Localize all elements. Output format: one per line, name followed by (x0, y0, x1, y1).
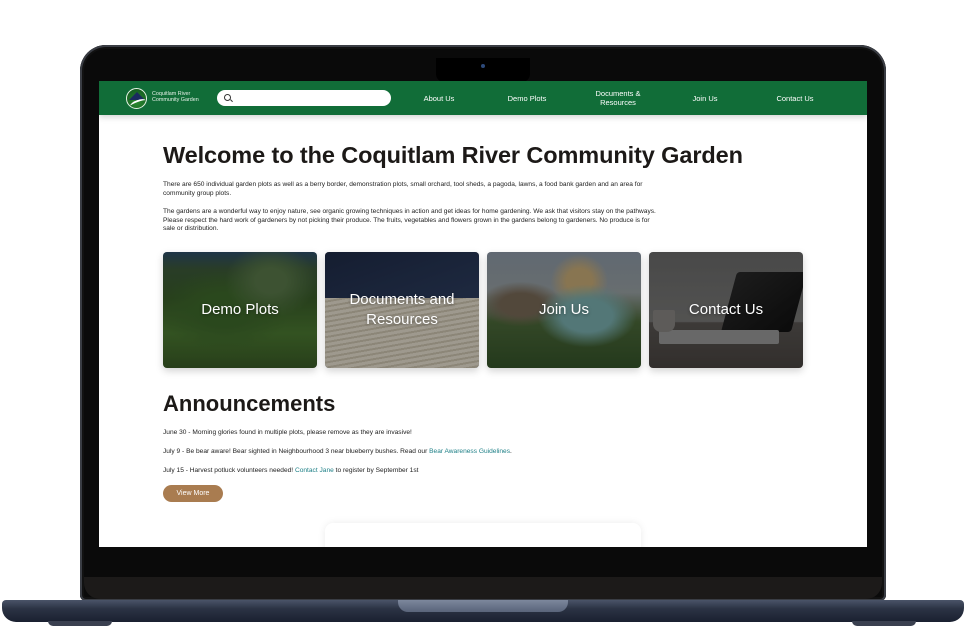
announcement-item: July 9 - Be bear aware! Bear sighted in … (163, 448, 512, 455)
visitor-paragraph: The gardens are a wonderful way to enjoy… (163, 208, 656, 233)
card-join-us[interactable]: Join Us (487, 252, 641, 368)
announcement-text-end: . (510, 448, 512, 455)
card-demo-plots[interactable]: Demo Plots (163, 252, 317, 368)
intro-paragraph: There are 650 individual garden plots as… (163, 181, 643, 197)
announcement-text: July 9 - Be bear aware! Bear sighted in … (163, 448, 430, 455)
laptop-hinge-notch (398, 600, 568, 612)
nav-contact-us[interactable]: Contact Us (765, 94, 825, 103)
camera-icon (481, 64, 485, 68)
nav-about-us[interactable]: About Us (409, 94, 469, 103)
laptop-foot (852, 621, 916, 626)
bear-awareness-link[interactable]: Bear Awareness Guidelines (429, 448, 510, 455)
nav-documents-line-2: Resources (600, 98, 636, 107)
card-contact-us[interactable]: Contact Us (649, 252, 803, 368)
footer-card (325, 523, 641, 547)
top-navigation: Coquitlam River Community Garden About U… (99, 81, 867, 115)
announcements-heading: Announcements (163, 391, 336, 416)
card-label: Join Us (538, 301, 590, 318)
camera-notch (436, 58, 530, 82)
announcement-text-end: to register by September 1st (333, 467, 419, 474)
browser-viewport: Coquitlam River Community Garden About U… (99, 81, 867, 547)
view-more-button[interactable]: View More (163, 485, 223, 502)
search-icon (224, 94, 231, 101)
laptop-chin (84, 577, 882, 599)
announcement-text: July 15 - Harvest potluck volunteers nee… (163, 467, 295, 474)
card-label: Documents and Resources (349, 291, 455, 328)
card-documents-resources[interactable]: Documents and Resources (325, 252, 479, 368)
site-logo-text[interactable]: Coquitlam River Community Garden (152, 91, 199, 103)
page-title: Welcome to the Coquitlam River Community… (163, 142, 743, 168)
contact-jane-link[interactable]: Contact Jane (295, 467, 334, 474)
garden-logo-icon[interactable] (126, 88, 147, 109)
nav-documents-resources[interactable]: Documents & Resources (583, 89, 653, 107)
announcement-text: June 30 - Morning glories found in multi… (163, 429, 412, 436)
nav-join-us[interactable]: Join Us (675, 94, 735, 103)
nav-demo-plots[interactable]: Demo Plots (497, 94, 557, 103)
card-label: Contact Us (688, 301, 764, 318)
logo-line-2: Community Garden (152, 97, 199, 104)
announcement-item: July 15 - Harvest potluck volunteers nee… (163, 467, 418, 474)
announcement-item: June 30 - Morning glories found in multi… (163, 429, 412, 436)
laptop-foot (48, 621, 112, 626)
nav-documents-line-1: Documents & (595, 89, 641, 98)
search-input[interactable] (217, 90, 391, 106)
card-label: Demo Plots (201, 301, 279, 318)
